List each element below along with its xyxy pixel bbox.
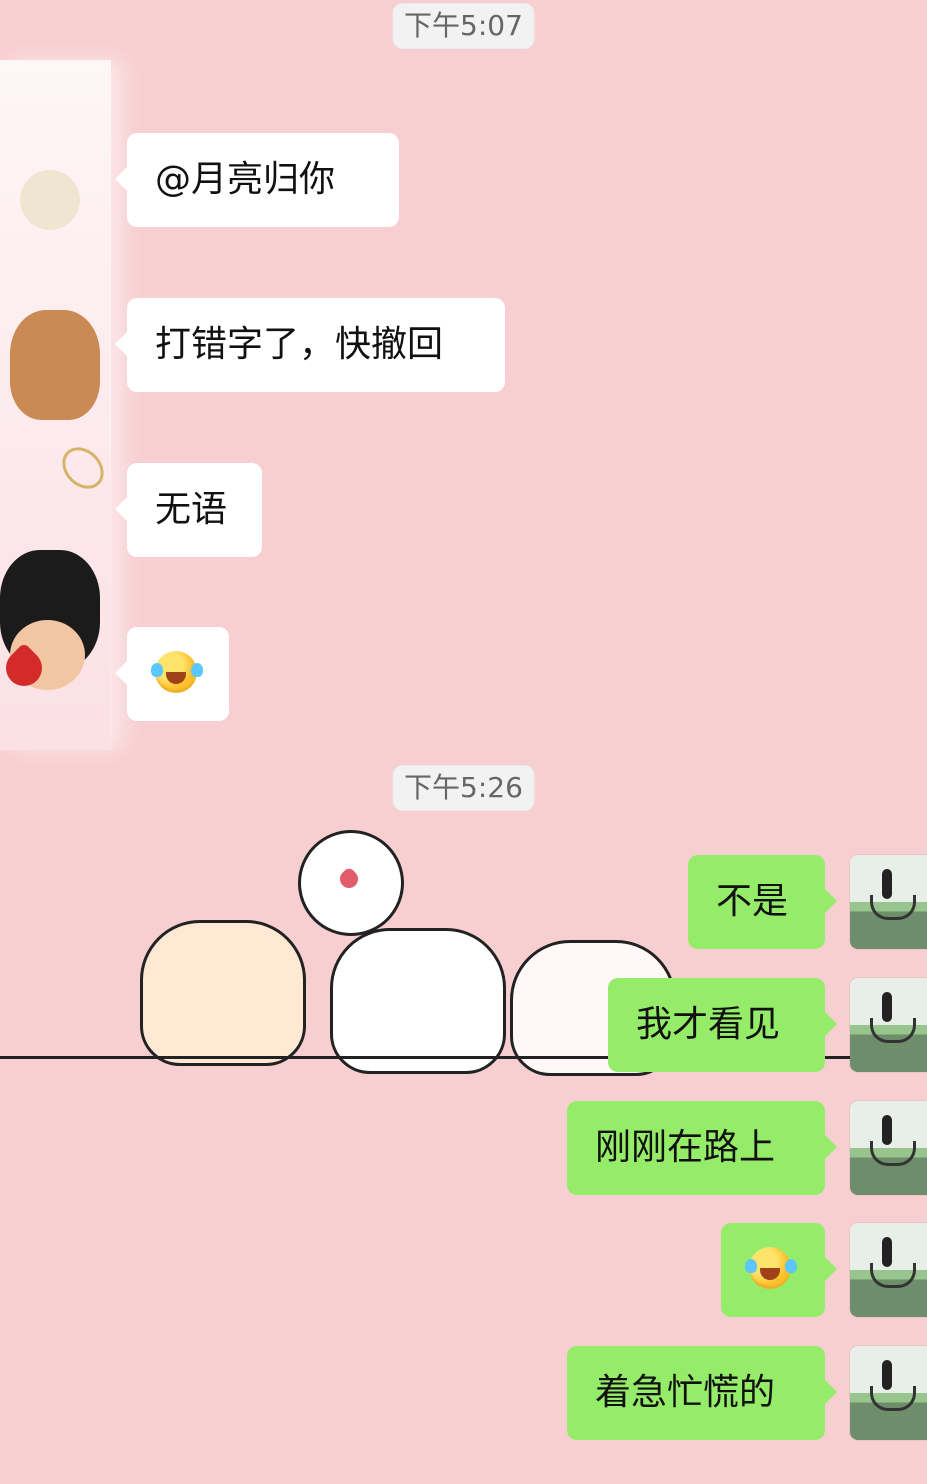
bicycle-icon: [870, 1018, 916, 1043]
message-text: 无语: [155, 489, 228, 530]
heart-icon: [336, 866, 362, 892]
message-text: 打错字了，快撤回: [155, 324, 444, 365]
message-bubble[interactable]: 着急忙慌的: [567, 1346, 837, 1440]
message-text: 不是: [716, 881, 789, 922]
user-avatar-photo[interactable]: [850, 978, 927, 1072]
user-avatar-photo[interactable]: [850, 855, 927, 949]
message-text: @月亮归你: [155, 159, 336, 200]
sparkle-icon: [54, 439, 112, 497]
message-bubble[interactable]: 我才看见: [608, 978, 837, 1072]
user-avatar-photo[interactable]: [850, 1101, 927, 1195]
crying-laughing-emoji-icon: [151, 651, 197, 693]
crying-laughing-emoji-icon: [745, 1247, 791, 1289]
message-bubble[interactable]: 无语: [115, 463, 262, 557]
ghost-sticker-icon: [20, 170, 80, 230]
bicycle-icon: [870, 895, 916, 920]
user-avatar-photo[interactable]: [850, 1223, 927, 1317]
timestamp-top: 下午5:07: [392, 3, 535, 49]
message-bubble[interactable]: 打错字了，快撤回: [115, 298, 505, 392]
user-avatar-photo[interactable]: [850, 1346, 927, 1440]
message-bubble[interactable]: [115, 627, 229, 721]
bicycle-icon: [870, 1386, 916, 1411]
message-bubble[interactable]: [721, 1223, 837, 1317]
left-sticker-avatar[interactable]: [0, 60, 112, 750]
bicycle-icon: [870, 1141, 916, 1166]
message-text: 我才看见: [636, 1004, 781, 1045]
bicycle-icon: [870, 1263, 916, 1288]
speech-bubble-icon: [298, 830, 404, 936]
message-text: 刚刚在路上: [595, 1127, 776, 1168]
message-bubble[interactable]: 刚刚在路上: [567, 1101, 837, 1195]
bear-icon: [140, 920, 306, 1066]
message-bubble[interactable]: @月亮归你: [115, 133, 399, 227]
message-text: 着急忙慌的: [595, 1372, 776, 1413]
dog-sticker-icon: [10, 310, 100, 420]
timestamp-middle: 下午5:26: [392, 765, 535, 811]
cat-icon: [330, 928, 506, 1074]
message-bubble[interactable]: 不是: [688, 855, 837, 949]
